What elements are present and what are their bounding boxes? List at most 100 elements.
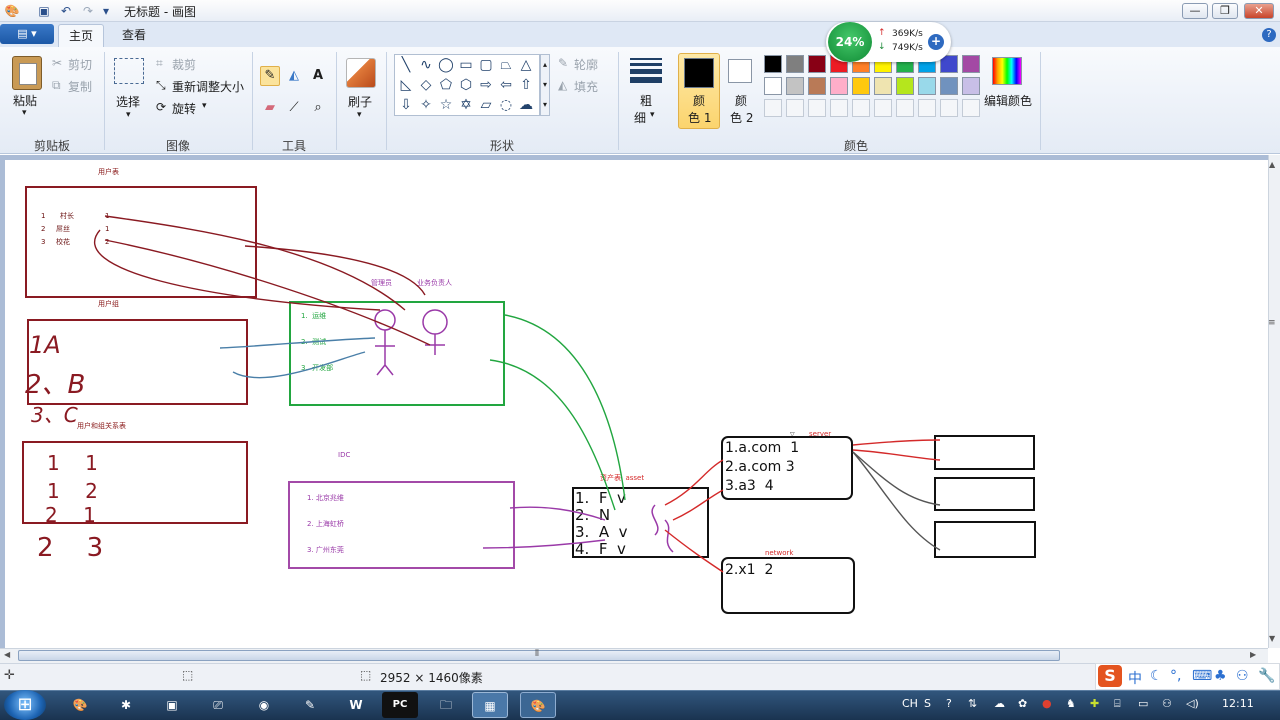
minimize-button[interactable]: — (1182, 3, 1208, 19)
left-arrow-shape-icon[interactable]: ⇦ (497, 76, 515, 94)
tray-volume-icon[interactable]: ◁) (1186, 697, 1199, 710)
taskbar-word-icon[interactable]: W (338, 692, 374, 718)
magnifier-icon[interactable]: ⌕ (308, 98, 328, 118)
callout-oval-shape-icon[interactable]: ◌ (497, 96, 515, 114)
palette-color-swatch[interactable] (808, 77, 826, 95)
fill-button[interactable]: 填充 (574, 78, 598, 95)
taskbar-network-icon[interactable]: ⎚ (200, 692, 236, 718)
redo-icon[interactable]: ↷ (80, 3, 96, 19)
color2-label-line1[interactable]: 颜 (735, 92, 747, 109)
crop-button[interactable]: 裁剪 (172, 56, 196, 73)
triangle-shape-icon[interactable]: △ (517, 56, 535, 74)
palette-color-swatch[interactable] (918, 77, 936, 95)
drawing-canvas[interactable]: 用户表 1 村长 1 2 屌丝 1 3 校花 2 用户组 1A 2、B 3、C … (5, 160, 1268, 648)
size-dropdown-icon[interactable]: ▾ (650, 110, 655, 120)
four-point-star-shape-icon[interactable]: ✧ (417, 96, 435, 114)
text-tool-icon[interactable]: A (308, 66, 328, 86)
scroll-left-icon[interactable]: ◀ (4, 650, 10, 659)
paste-icon[interactable] (12, 56, 42, 90)
maximize-button[interactable]: ❐ (1212, 3, 1238, 19)
diamond-shape-icon[interactable]: ◇ (417, 76, 435, 94)
shapes-gallery[interactable]: ╲ ∿ ◯ ▭ ▢ ⏢ △ ◺ ◇ ⬠ ⬡ ⇨ ⇦ ⇧ ⇩ ✧ ☆ ✡ ▱ ◌ … (394, 54, 540, 116)
tray-qq-icon[interactable]: ♞ (1066, 697, 1076, 710)
palette-color-swatch[interactable] (940, 77, 958, 95)
palette-empty-swatch[interactable] (830, 99, 848, 117)
vertical-scroll-grip-icon[interactable]: ≡ (1268, 318, 1276, 328)
copy-button[interactable]: 复制 (68, 78, 92, 95)
palette-empty-swatch[interactable] (962, 99, 980, 117)
taskbar-tool-icon[interactable]: ✱ (108, 692, 144, 718)
crop-icon[interactable]: ⌗ (156, 56, 163, 71)
pencil-icon[interactable]: ✎ (260, 66, 280, 86)
palette-empty-swatch[interactable] (764, 99, 782, 117)
help-icon[interactable]: ? (1262, 28, 1276, 42)
size-label-line1[interactable]: 粗 (640, 92, 652, 109)
palette-empty-swatch[interactable] (896, 99, 914, 117)
taskbar-chrome-icon[interactable]: ◉ (246, 692, 282, 718)
callout-rect-shape-icon[interactable]: ▱ (477, 96, 495, 114)
rounded-rectangle-shape-icon[interactable]: ▢ (477, 56, 495, 74)
palette-color-swatch[interactable] (962, 55, 980, 73)
ime-settings-icon[interactable]: 🔧 (1258, 668, 1275, 684)
vertical-scrollbar[interactable] (1268, 155, 1280, 648)
scroll-right-icon[interactable]: ▶ (1250, 650, 1256, 659)
palette-empty-swatch[interactable] (786, 99, 804, 117)
network-plus-icon[interactable]: + (928, 34, 944, 50)
rotate-icon[interactable]: ⟳ (156, 100, 166, 114)
brushes-dropdown-icon[interactable]: ▾ (357, 110, 362, 120)
ime-keyboard-icon[interactable]: ⌨ (1192, 668, 1212, 684)
palette-empty-swatch[interactable] (874, 99, 892, 117)
eraser-icon[interactable]: ▰ (260, 98, 280, 118)
tray-app-icon[interactable]: ✿ (1018, 697, 1027, 710)
right-arrow-shape-icon[interactable]: ⇨ (477, 76, 495, 94)
start-button[interactable]: ⊞ (4, 690, 46, 720)
taskbar-paint-active-icon[interactable]: 🎨 (520, 692, 556, 718)
customize-quick-access-icon[interactable]: ▾ (98, 3, 114, 19)
color2-swatch[interactable] (728, 59, 752, 83)
ime-punctuation-icon[interactable]: °, (1170, 668, 1181, 684)
select-button[interactable]: 选择 (116, 93, 140, 110)
five-point-star-shape-icon[interactable]: ☆ (437, 96, 455, 114)
tray-device-icon[interactable]: ⌸ (1114, 697, 1121, 711)
palette-color-swatch[interactable] (896, 77, 914, 95)
undo-icon[interactable]: ↶ (58, 3, 74, 19)
palette-color-swatch[interactable] (874, 77, 892, 95)
close-button[interactable]: ✕ (1244, 3, 1274, 19)
ime-user-icon[interactable]: ⚇ (1236, 668, 1249, 684)
cut-button[interactable]: 剪切 (68, 56, 92, 73)
palette-empty-swatch[interactable] (940, 99, 958, 117)
palette-empty-swatch[interactable] (918, 99, 936, 117)
cut-icon[interactable]: ✂ (52, 56, 62, 70)
scroll-down-icon[interactable]: ▼ (1269, 634, 1275, 643)
palette-color-swatch[interactable] (830, 77, 848, 95)
rotate-button[interactable]: 旋转 (172, 100, 196, 117)
copy-icon[interactable]: ⧉ (52, 78, 61, 93)
file-menu-button[interactable]: ▤ ▾ (0, 24, 54, 44)
palette-color-swatch[interactable] (852, 77, 870, 95)
resize-button[interactable]: 重新调整大小 (172, 78, 244, 95)
rotate-dropdown-icon[interactable]: ▾ (202, 101, 207, 111)
ime-toolbar[interactable] (1095, 663, 1280, 690)
outline-icon[interactable]: ✎ (558, 56, 568, 70)
brush-icon[interactable] (346, 58, 376, 88)
tray-network-icon[interactable]: ⚇ (1162, 697, 1172, 710)
tray-help-icon[interactable]: ? (946, 697, 952, 710)
down-arrow-shape-icon[interactable]: ⇩ (397, 96, 415, 114)
horizontal-scroll-thumb[interactable] (18, 650, 1060, 661)
tray-record-icon[interactable]: ● (1042, 697, 1052, 710)
edit-colors-button[interactable]: 编辑颜色 (984, 92, 1032, 109)
taskbar-photo-icon[interactable]: ▦ (472, 692, 508, 718)
color2-label-line2[interactable]: 色 2 (730, 109, 753, 126)
rectangle-shape-icon[interactable]: ▭ (457, 56, 475, 74)
select-icon[interactable] (114, 58, 144, 84)
pentagon-shape-icon[interactable]: ⬠ (437, 76, 455, 94)
polygon-shape-icon[interactable]: ⏢ (497, 56, 515, 74)
tray-arrow-icon[interactable]: ⇅ (968, 697, 977, 710)
ime-logo[interactable]: S (1098, 665, 1122, 687)
clock[interactable]: 12:11 (1222, 697, 1254, 710)
scroll-up-icon[interactable]: ▲ (1269, 160, 1275, 169)
palette-color-swatch[interactable] (962, 77, 980, 95)
palette-color-swatch[interactable] (786, 55, 804, 73)
oval-shape-icon[interactable]: ◯ (437, 56, 455, 74)
ime-mode[interactable]: 中 (1128, 668, 1142, 688)
